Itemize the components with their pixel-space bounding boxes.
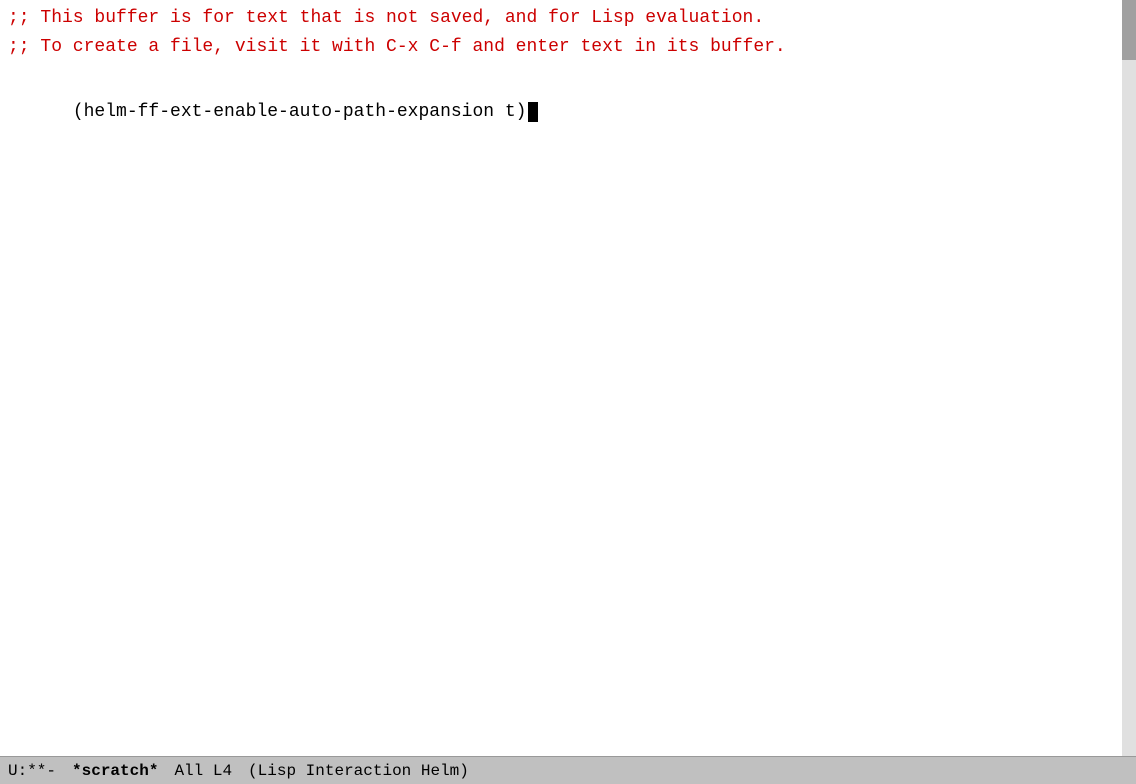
scrollbar[interactable]	[1122, 0, 1136, 756]
comment-line-2: ;; To create a file, visit it with C-x C…	[8, 33, 1128, 62]
comment-line-1: ;; This buffer is for text that is not s…	[8, 4, 1128, 33]
scrollbar-thumb[interactable]	[1122, 0, 1136, 60]
status-position: All L4	[174, 762, 232, 780]
editor-area[interactable]: ;; This buffer is for text that is not s…	[0, 0, 1136, 756]
status-mode: (Lisp Interaction Helm)	[248, 762, 469, 780]
status-bar: U:**- *scratch* All L4 (Lisp Interaction…	[0, 756, 1136, 784]
status-encoding: U:**-	[8, 762, 56, 780]
editor-container: ;; This buffer is for text that is not s…	[0, 0, 1136, 784]
code-text: (helm-ff-ext-enable-auto-path-expansion …	[73, 102, 527, 122]
code-line-1: (helm-ff-ext-enable-auto-path-expansion …	[8, 70, 1128, 156]
status-buffer-name: *scratch*	[72, 762, 158, 780]
text-cursor	[528, 102, 538, 122]
